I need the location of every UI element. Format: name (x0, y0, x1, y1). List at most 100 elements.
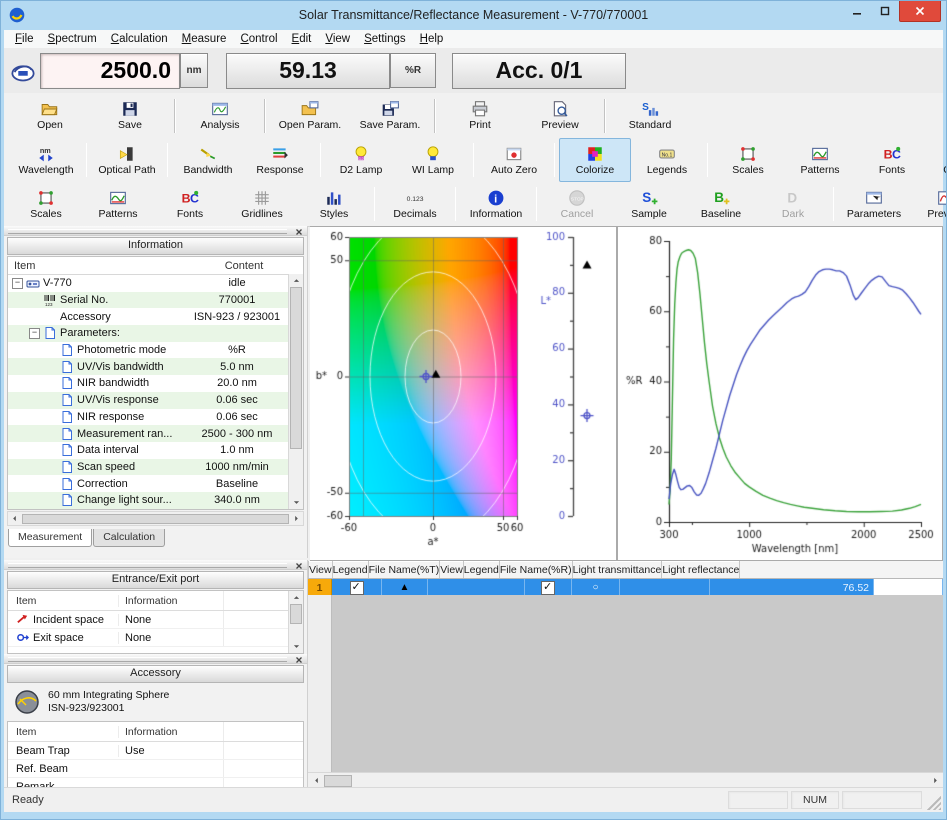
expander-icon[interactable]: − (12, 278, 23, 289)
scroll-left-icon[interactable] (310, 775, 322, 786)
column-header-file-name-%r[interactable]: File Name(%R) (500, 561, 573, 578)
column-header-view[interactable]: View (309, 561, 333, 578)
tab-measurement[interactable]: Measurement (8, 529, 92, 547)
port-row-exit-space[interactable]: Exit space None (8, 629, 303, 647)
item-cancel[interactable]: STOP Cancel (541, 182, 613, 226)
column-header-view[interactable]: View (440, 561, 464, 578)
item-scales[interactable]: Scales (712, 138, 784, 182)
legend-t-cell[interactable]: ▲ (382, 579, 428, 596)
menu-item-settings[interactable]: Settings (357, 32, 413, 46)
item-standard[interactable]: S Standard (610, 94, 690, 138)
file-name-r-cell[interactable] (620, 579, 710, 596)
port-vertical-scrollbar[interactable] (288, 591, 303, 653)
item-legends[interactable]: No.1 Legends (631, 138, 703, 182)
item-fonts[interactable]: BC Fonts (154, 182, 226, 226)
item-baseline[interactable]: B Baseline (685, 182, 757, 226)
scroll-right-icon[interactable] (929, 775, 941, 786)
minimize-button[interactable] (843, 0, 871, 21)
item-response[interactable]: Response (244, 138, 316, 182)
scroll-up-icon[interactable] (290, 592, 302, 603)
scrollbar-thumb[interactable] (290, 287, 302, 449)
view-t-cell[interactable] (332, 579, 382, 596)
panel-close-icon[interactable] (295, 655, 304, 663)
legend-r-cell[interactable]: ○ (572, 579, 620, 596)
wavelength-input[interactable] (41, 56, 173, 85)
resize-grip[interactable] (927, 796, 941, 810)
info-row-uv-vis-bandwidth[interactable]: UV/Vis bandwidth 5.0 nm (8, 358, 303, 375)
column-header-legend[interactable]: Legend (333, 561, 369, 578)
maximize-button[interactable] (871, 0, 899, 21)
photometric-unit-button[interactable]: %R (390, 53, 436, 88)
item-sample[interactable]: S Sample (613, 182, 685, 226)
light-transmittance-cell[interactable]: 76.52 (710, 579, 874, 596)
scroll-up-icon[interactable] (290, 275, 302, 286)
scroll-down-icon[interactable] (290, 497, 302, 508)
panel-grip[interactable] (4, 226, 307, 236)
panel-grip[interactable] (4, 560, 307, 570)
item-dark[interactable]: D Dark (757, 182, 829, 226)
info-row-serial-no[interactable]: 123 Serial No. 770001 (8, 292, 303, 309)
info-row-uv-vis-response[interactable]: UV/Vis response 0.06 sec (8, 392, 303, 409)
item-bandwidth[interactable]: Bandwidth (172, 138, 244, 182)
menu-item-spectrum[interactable]: Spectrum (41, 32, 104, 46)
item-fonts[interactable]: BC Fonts (856, 138, 928, 182)
item-decimals[interactable]: 0.123 Decimals (379, 182, 451, 226)
view-t-checkbox[interactable] (350, 581, 364, 595)
accessory-row-beam-trap[interactable]: Beam Trap Use (8, 742, 303, 760)
tab-calculation[interactable]: Calculation (93, 529, 165, 547)
info-row-measurement-ran[interactable]: Measurement ran... 2500 - 300 nm (8, 425, 303, 442)
item-open[interactable]: Open (10, 94, 90, 138)
menu-item-control[interactable]: Control (233, 32, 284, 46)
column-header-light-transmittance[interactable]: Light transmittance (573, 561, 663, 578)
item-wi-lamp[interactable]: WI Lamp (397, 138, 469, 182)
panel-close-icon[interactable] (295, 227, 304, 235)
item-open-param[interactable]: Open Param. (270, 94, 350, 138)
scrollbar-thumb[interactable] (22, 514, 289, 524)
item-auto-zero[interactable]: Auto Zero (478, 138, 550, 182)
scroll-right-icon[interactable] (291, 514, 302, 524)
table-horizontal-scrollbar[interactable] (308, 772, 943, 788)
view-r-checkbox[interactable] (541, 581, 555, 595)
table-row[interactable]: 1 ▲ ○ 76.52 (308, 579, 943, 596)
scrollbar-thumb[interactable] (324, 775, 352, 787)
accessory-row-ref-beam[interactable]: Ref. Beam (8, 760, 303, 778)
item-wavelength[interactable]: nm Wavelength (10, 138, 82, 182)
panel-grip[interactable] (4, 654, 307, 664)
panel-close-icon[interactable] (295, 561, 304, 569)
column-header-light-reflectance[interactable]: Light reflectance (662, 561, 740, 578)
menu-item-help[interactable]: Help (413, 32, 451, 46)
item-patterns[interactable]: Patterns (82, 182, 154, 226)
info-row-nir-response[interactable]: NIR response 0.06 sec (8, 409, 303, 426)
item-preview[interactable]: Preview (520, 94, 600, 138)
info-vertical-scrollbar[interactable] (288, 274, 303, 509)
info-row-nir-bandwidth[interactable]: NIR bandwidth 20.0 nm (8, 375, 303, 392)
expander-icon[interactable]: − (29, 328, 40, 339)
item-save-param[interactable]: Save Param. (350, 94, 430, 138)
item-scales[interactable]: Scales (10, 182, 82, 226)
item-colorize[interactable]: Colorize (559, 138, 631, 182)
menu-item-file[interactable]: File (8, 32, 41, 46)
port-row-incident-space[interactable]: Incident space None (8, 611, 303, 629)
menu-item-view[interactable]: View (318, 32, 357, 46)
close-button[interactable] (899, 0, 941, 22)
item-print[interactable]: Print (440, 94, 520, 138)
info-row-scan-speed[interactable]: Scan speed 1000 nm/min (8, 459, 303, 476)
info-row-correction[interactable]: Correction Baseline (8, 475, 303, 492)
info-row-data-interval[interactable]: Data interval 1.0 nm (8, 442, 303, 459)
wavelength-display[interactable] (40, 53, 180, 89)
item-styles[interactable]: Styles (298, 182, 370, 226)
info-row-photometric-mode[interactable]: Photometric mode %R (8, 342, 303, 359)
view-r-cell[interactable] (525, 579, 572, 596)
menu-item-edit[interactable]: Edit (285, 32, 319, 46)
light-reflectance-cell[interactable] (874, 579, 943, 596)
info-horizontal-scrollbar[interactable] (7, 511, 304, 526)
column-header-file-name-%t[interactable]: File Name(%T) (369, 561, 441, 578)
info-row-parameters[interactable]: − Parameters: (8, 325, 303, 342)
info-row-accessory[interactable]: Accessory ISN-923 / 923001 (8, 308, 303, 325)
item-gridlines[interactable]: Gridlines (928, 138, 947, 182)
item-optical-path[interactable]: Optical Path (91, 138, 163, 182)
scroll-down-icon[interactable] (290, 641, 302, 652)
menu-item-calculation[interactable]: Calculation (104, 32, 175, 46)
item-information[interactable]: i Information (460, 182, 532, 226)
item-preview[interactable]: Preview (910, 182, 947, 226)
